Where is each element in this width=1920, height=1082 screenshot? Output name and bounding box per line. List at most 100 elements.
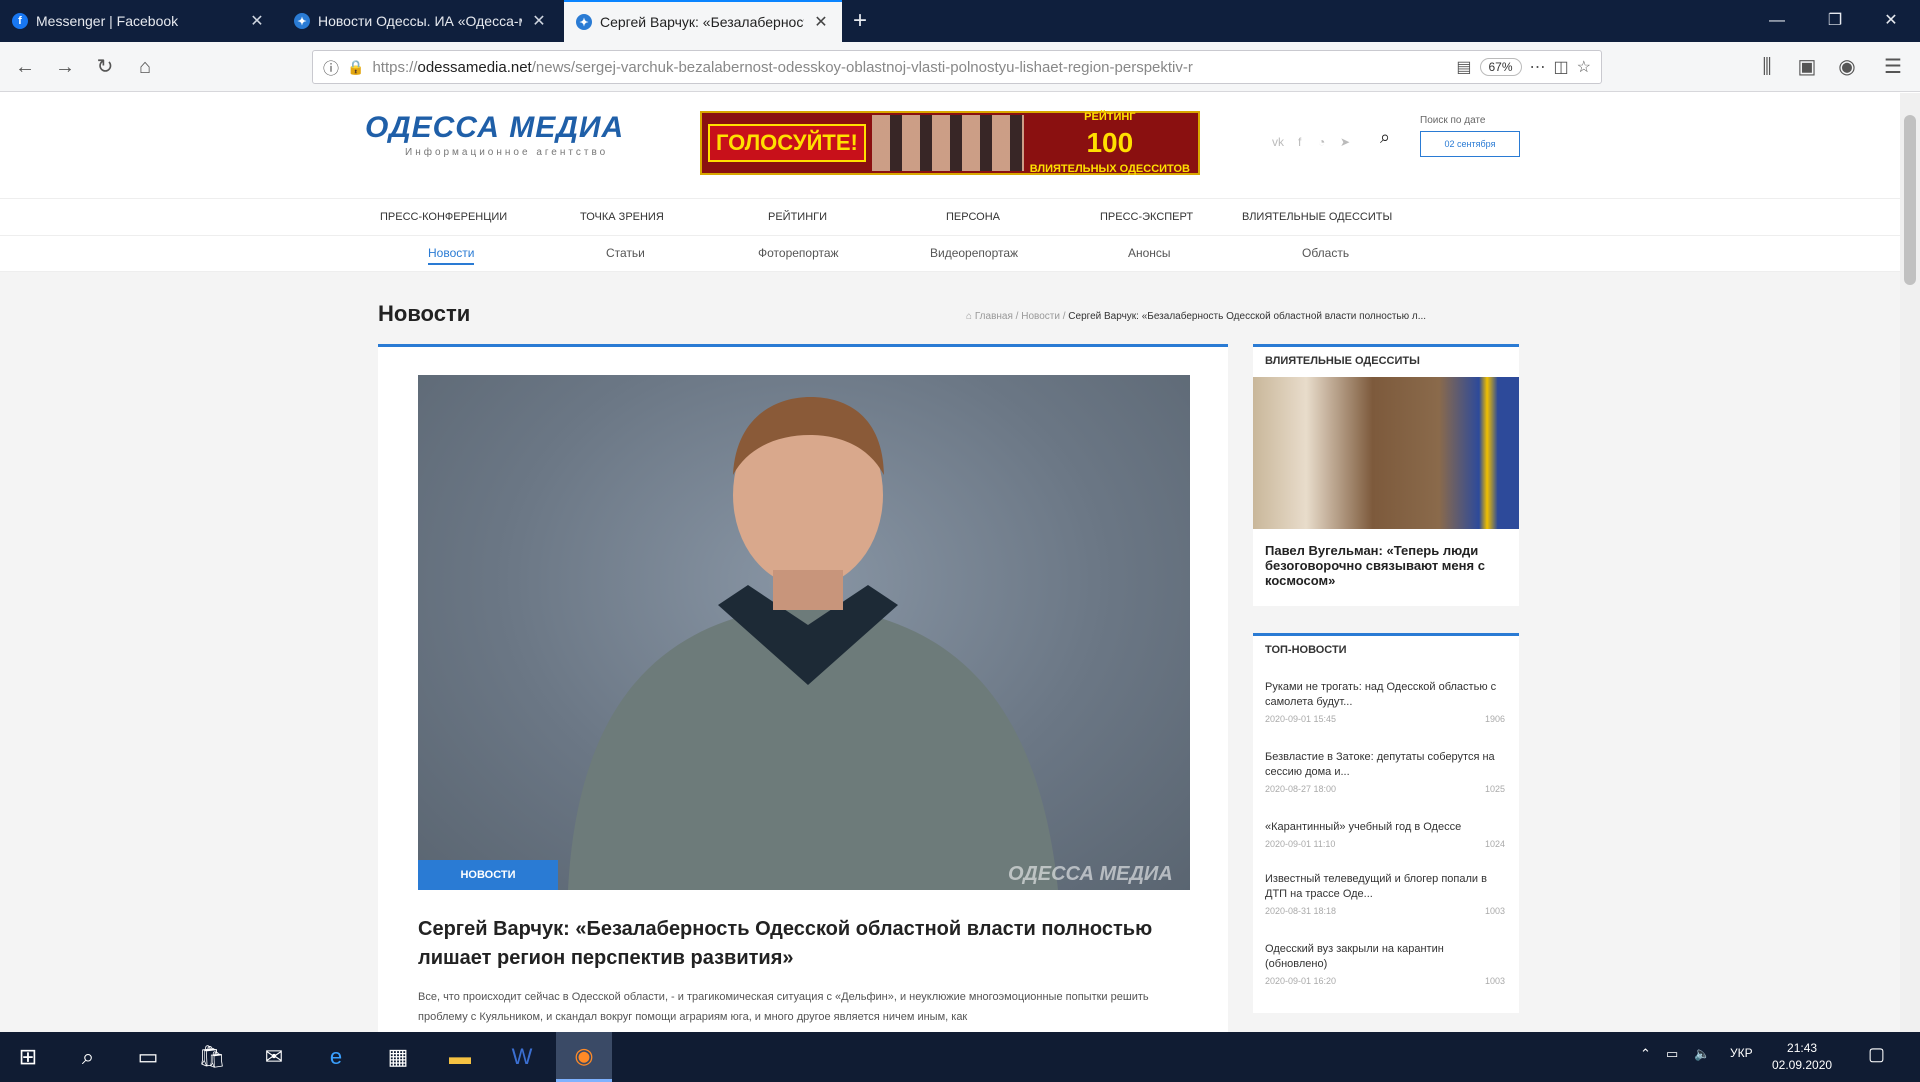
network-icon[interactable]: ▭ — [1666, 1046, 1678, 1062]
menu-icon[interactable]: ☰ — [1878, 52, 1908, 82]
influential-photo[interactable] — [1253, 377, 1519, 529]
list-item[interactable]: Известный телеведущий и блогер попали в … — [1265, 872, 1505, 916]
banner-faces-image — [871, 115, 1024, 171]
info-icon[interactable]: ⓘ — [323, 55, 339, 79]
facebook-icon[interactable]: f — [1298, 135, 1301, 149]
site-logo[interactable]: ОДЕССА МЕДИА Информационное агентство — [365, 111, 635, 181]
url-text[interactable]: https://odessamedia.net/news/sergej-varc… — [372, 59, 1448, 76]
back-button[interactable]: ← — [10, 52, 40, 82]
menu-item-persona[interactable]: ПЕРСОНА — [946, 211, 1000, 223]
notifications-icon[interactable]: ▢ — [1868, 1044, 1885, 1065]
article-photo[interactable]: НОВОСТИ ОДЕССА МЕДИА — [418, 375, 1190, 890]
breadcrumb-news[interactable]: Новости — [1021, 311, 1060, 322]
minimize-button[interactable]: — — [1754, 6, 1800, 36]
rating-banner[interactable]: ГОЛОСУЙТЕ! РЕЙТИНГ 100 ВЛИЯТЕЛЬНЫХ ОДЕСС… — [700, 111, 1200, 175]
account-icon[interactable]: ◉ — [1832, 52, 1862, 82]
library-icon[interactable]: ⫼ — [1752, 52, 1782, 82]
menu-item-press-expert[interactable]: ПРЕСС-ЭКСПЕРТ — [1100, 211, 1193, 223]
close-tab-icon[interactable]: ✕ — [248, 11, 266, 31]
news-title[interactable]: Одесский вуз закрыли на карантин (обновл… — [1265, 942, 1505, 972]
submenu-item-articles[interactable]: Статьи — [606, 246, 645, 260]
submenu-item-announcements[interactable]: Анонсы — [1128, 246, 1171, 260]
article: НОВОСТИ ОДЕССА МЕДИА Сергей Варчук: «Без… — [378, 347, 1228, 1032]
word-icon[interactable]: W — [494, 1032, 550, 1082]
tray-chevron-icon[interactable]: ⌃ — [1640, 1046, 1651, 1062]
volume-icon[interactable]: 🔈 — [1694, 1046, 1710, 1062]
home-icon[interactable]: ⌂ — [966, 311, 972, 322]
task-view-icon[interactable]: ▭ — [120, 1032, 176, 1082]
sidebar-icon[interactable]: ▣ — [1792, 52, 1822, 82]
tab-odessa-news[interactable]: ✦ Новости Одессы. ИА «Одесса-медиа» ✕ — [282, 0, 560, 42]
banner-vote-text: ГОЛОСУЙТЕ! — [708, 124, 866, 162]
logo-text: ОДЕССА МЕДИА — [365, 111, 625, 144]
reader-view-icon[interactable]: ▤ — [1456, 57, 1471, 77]
search-icon[interactable]: ⌕ — [1380, 127, 1390, 148]
submenu-item-region[interactable]: Область — [1302, 246, 1349, 260]
list-item[interactable]: Руками не трогать: над Одесской областью… — [1265, 680, 1505, 724]
scrollbar-thumb[interactable] — [1904, 115, 1916, 285]
breadcrumb: ⌂ Главная / Новости / Сергей Варчук: «Бе… — [966, 311, 1427, 322]
news-title[interactable]: Безвластие в Затоке: депутаты соберутся … — [1265, 750, 1505, 780]
app-icon[interactable]: ▦ — [370, 1032, 426, 1082]
restore-button[interactable]: ❐ — [1812, 6, 1858, 36]
url-bar[interactable]: ⓘ 🔒 https://odessamedia.net/news/sergej-… — [312, 50, 1602, 84]
list-item[interactable]: «Карантинный» учебный год в Одессе 2020-… — [1265, 820, 1505, 849]
news-views: 1025 — [1484, 784, 1505, 794]
file-explorer-icon[interactable]: ▬ — [432, 1032, 488, 1082]
page-scrollbar[interactable] — [1900, 93, 1920, 1032]
tab-messenger[interactable]: f Messenger | Facebook ✕ — [0, 0, 278, 42]
news-date: 2020-08-27 18:00 — [1265, 784, 1337, 794]
close-tab-icon[interactable]: ✕ — [530, 11, 548, 31]
url-domain: odessamedia.net — [417, 58, 532, 76]
search-date-button[interactable]: 02 сентября — [1420, 131, 1520, 157]
search-date-label: Поиск по дате — [1420, 115, 1486, 126]
store-icon[interactable]: 🛍 — [184, 1032, 240, 1082]
taskbar-clock[interactable]: 21:43 02.09.2020 — [1772, 1040, 1832, 1074]
menu-item-ratings[interactable]: РЕЙТИНГИ — [768, 211, 827, 223]
mail-icon[interactable]: ✉ — [246, 1032, 302, 1082]
breadcrumb-home[interactable]: Главная — [975, 311, 1013, 322]
rss-icon[interactable]: ◔ — [1318, 135, 1325, 149]
bookmark-star-icon[interactable]: ☆ — [1577, 57, 1591, 77]
list-item[interactable]: Безвластие в Затоке: депутаты соберутся … — [1265, 750, 1505, 794]
close-window-button[interactable]: ✕ — [1868, 6, 1914, 36]
category-badge[interactable]: НОВОСТИ — [418, 860, 558, 890]
lock-icon[interactable]: 🔒 — [347, 59, 364, 76]
list-item[interactable]: Одесский вуз закрыли на карантин (обновл… — [1265, 942, 1505, 986]
reload-button[interactable]: ↻ — [90, 52, 120, 82]
submenu-item-news[interactable]: Новости — [428, 246, 475, 265]
firefox-icon[interactable]: ◉ — [556, 1032, 612, 1082]
news-title[interactable]: Известный телеведущий и блогер попали в … — [1265, 872, 1505, 902]
zoom-level[interactable]: 67% — [1479, 58, 1522, 76]
language-indicator[interactable]: УКР — [1730, 1046, 1753, 1060]
url-prefix: https:// — [372, 58, 418, 76]
news-title[interactable]: Руками не трогать: над Одесской областью… — [1265, 680, 1505, 710]
telegram-icon[interactable]: ➤ — [1340, 135, 1350, 149]
news-title[interactable]: «Карантинный» учебный год в Одессе — [1265, 820, 1505, 835]
pocket-icon[interactable]: ◫ — [1554, 57, 1569, 77]
banner-rating-number: 100 — [1086, 127, 1134, 158]
menu-item-influential[interactable]: ВЛИЯТЕЛЬНЫЕ ОДЕССИТЫ — [1242, 211, 1392, 223]
forward-button[interactable]: → — [50, 52, 80, 82]
tab-title: Messenger | Facebook — [36, 13, 179, 29]
windows-start-icon[interactable]: ⊞ — [0, 1032, 56, 1082]
more-actions-icon[interactable]: ⋯ — [1530, 57, 1546, 77]
close-tab-icon[interactable]: ✕ — [812, 12, 830, 32]
new-tab-button[interactable]: + — [845, 6, 875, 36]
odessa-media-icon: ✦ — [294, 13, 310, 29]
submenu-item-video[interactable]: Видеорепортаж — [930, 246, 1018, 260]
submenu-item-photo[interactable]: Фоторепортаж — [758, 246, 839, 260]
search-icon[interactable]: ⌕ — [60, 1032, 116, 1082]
tab-article[interactable]: ✦ Сергей Варчук: «Безалаберность Одесско… — [564, 0, 842, 42]
vk-icon[interactable]: vk — [1272, 135, 1284, 149]
influential-caption[interactable]: Павел Вугельман: «Теперь люди безоговоро… — [1265, 543, 1510, 588]
edge-icon[interactable]: e — [308, 1032, 364, 1082]
facebook-icon: f — [12, 13, 28, 29]
home-button[interactable]: ⌂ — [130, 52, 160, 82]
photo-watermark: ОДЕССА МЕДИА — [1008, 863, 1173, 885]
menu-item-point-of-view[interactable]: ТОЧКА ЗРЕНИЯ — [580, 211, 664, 223]
url-path: /news/sergej-varchuk-bezalabernost-odess… — [531, 58, 1193, 76]
logo-subtitle: Информационное агентство — [405, 147, 609, 158]
menu-item-press-conferences[interactable]: ПРЕСС-КОНФЕРЕНЦИИ — [380, 211, 507, 223]
news-date: 2020-09-01 16:20 — [1265, 976, 1337, 986]
